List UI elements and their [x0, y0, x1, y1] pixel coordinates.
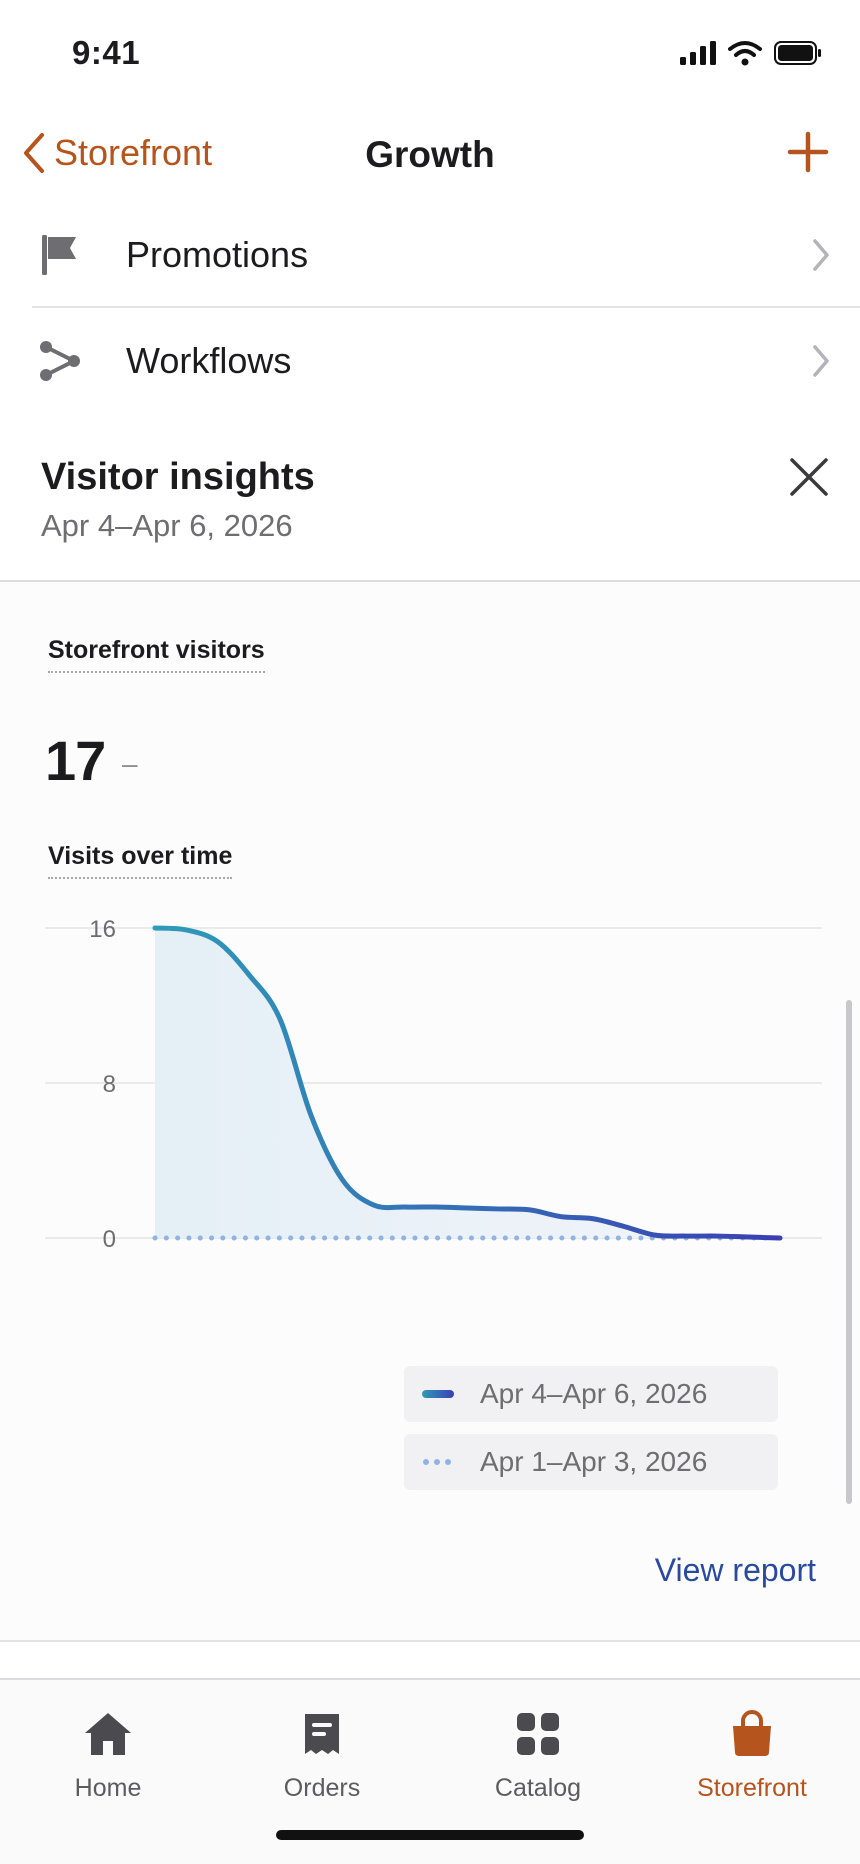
menu-item-label: Promotions — [126, 234, 309, 275]
y-tick-label: 16 — [89, 916, 116, 943]
chevron-right-icon — [813, 345, 829, 377]
y-tick-label: 8 — [103, 1071, 116, 1098]
orders-icon — [222, 1706, 422, 1762]
chart-label[interactable]: Visits over time — [48, 842, 233, 879]
metric-label[interactable]: Storefront visitors — [48, 636, 265, 673]
metric-change: – — [122, 748, 138, 779]
close-button[interactable] — [786, 454, 832, 500]
tab-label: Storefront — [697, 1774, 807, 1802]
tab-label: Home — [74, 1774, 142, 1802]
legend-item-previous[interactable]: Apr 1–Apr 3, 2026 — [404, 1434, 778, 1490]
flag-icon — [38, 233, 82, 277]
legend-label: Apr 4–Apr 6, 2026 — [480, 1378, 708, 1409]
card-date-range: Apr 4–Apr 6, 2026 — [41, 508, 293, 543]
legend-dotted-swatch — [422, 1458, 454, 1466]
shopping-bag-icon — [652, 1706, 852, 1762]
back-button[interactable]: Storefront — [22, 132, 212, 174]
legend-solid-swatch — [422, 1390, 454, 1398]
menu-item-workflows[interactable]: Workflows — [32, 308, 860, 414]
home-icon — [8, 1706, 208, 1762]
home-indicator — [276, 1830, 584, 1840]
menu-item-promotions[interactable]: Promotions — [32, 202, 860, 308]
battery-icon — [774, 41, 821, 65]
tab-label: Orders — [283, 1774, 361, 1802]
legend-label: Apr 1–Apr 3, 2026 — [480, 1446, 708, 1477]
chevron-left-icon — [24, 133, 44, 173]
menu-item-label: Workflows — [126, 340, 292, 381]
chevron-right-icon — [813, 239, 829, 271]
add-button[interactable] — [784, 128, 832, 176]
tab-storefront[interactable]: Storefront — [652, 1706, 852, 1803]
visits-chart: 1680 — [45, 916, 822, 1253]
status-icons — [680, 40, 822, 66]
tab-home[interactable]: Home — [8, 1706, 208, 1803]
tab-orders[interactable]: Orders — [222, 1706, 422, 1803]
navigation-bar: Storefront Growth — [0, 118, 860, 192]
wifi-icon — [728, 41, 762, 66]
y-tick-label: 0 — [103, 1226, 116, 1253]
cellular-signal-icon — [680, 41, 716, 65]
tab-catalog[interactable]: Catalog — [438, 1706, 638, 1803]
card-title: Visitor insights — [41, 456, 315, 498]
tab-label: Catalog — [494, 1774, 582, 1802]
catalog-icon — [438, 1706, 638, 1762]
visitor-insights-header: Visitor insights Apr 4–Apr 6, 2026 — [0, 440, 860, 580]
status-bar: 9:41 — [0, 0, 860, 110]
visitor-insights-card: Storefront visitors 17 – Visits over tim… — [0, 580, 860, 1640]
scrollbar[interactable] — [846, 1000, 852, 1504]
view-report-link[interactable]: View report — [655, 1552, 816, 1589]
legend-item-current[interactable]: Apr 4–Apr 6, 2026 — [404, 1366, 778, 1422]
back-button-label: Storefront — [54, 132, 213, 173]
status-time: 9:41 — [72, 34, 141, 71]
metric-value: 17 — [45, 729, 106, 792]
card-bottom-divider — [0, 1640, 860, 1642]
workflow-icon — [38, 339, 82, 383]
